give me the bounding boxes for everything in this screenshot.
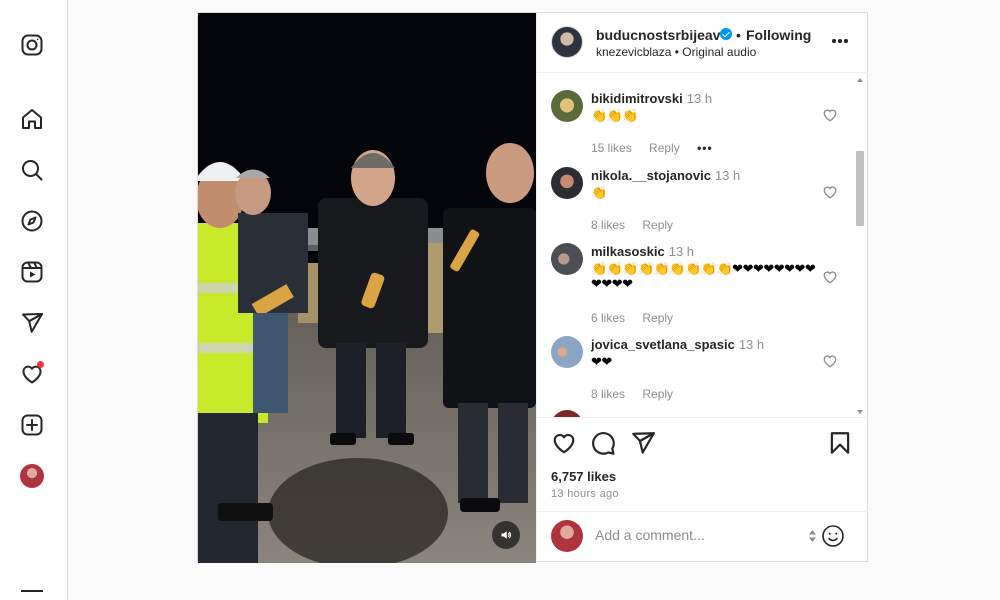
- comment-likes[interactable]: 8 likes: [591, 387, 625, 401]
- comment-time: 13 h: [738, 337, 765, 352]
- speaker-icon: [501, 531, 512, 539]
- comment-text: 👏: [591, 185, 607, 200]
- reply-button[interactable]: Reply: [642, 311, 673, 325]
- mute-button[interactable]: [492, 521, 520, 549]
- verified-badge-icon: [720, 28, 732, 40]
- reply-button[interactable]: Reply: [642, 218, 673, 232]
- comment-time: 13 h: [668, 244, 695, 259]
- create-icon[interactable]: [18, 411, 46, 439]
- header-separator: •: [736, 27, 741, 43]
- comment-time: 13 h: [686, 91, 713, 106]
- post-card: buducnostsrbijeav • Following knezevicbl…: [197, 12, 868, 563]
- messages-icon[interactable]: [18, 309, 46, 337]
- instagram-icon[interactable]: [18, 31, 46, 59]
- menu-icon[interactable]: [21, 590, 43, 592]
- post-time: 13 hours ago: [551, 488, 619, 500]
- profile-avatar[interactable]: [20, 464, 44, 488]
- video-frame: [198, 13, 536, 563]
- comments-list[interactable]: bikidimitrovski 13 h 👏👏👏 15 likes Reply •…: [537, 74, 868, 417]
- post-details-panel: buducnostsrbijeav • Following knezevicbl…: [536, 13, 868, 561]
- post-subtitle[interactable]: knezevicblaza • Original audio: [596, 45, 756, 59]
- comment-username[interactable]: jovica_svetlana_spasic 13 h: [591, 337, 764, 352]
- comment-meta: 8 likes Reply: [591, 218, 687, 232]
- scroll-down-arrow[interactable]: [857, 410, 863, 414]
- spinner-arrows-icon: [809, 530, 816, 542]
- scrollbar-thumb[interactable]: [856, 151, 864, 226]
- commenter-avatar[interactable]: [551, 243, 583, 275]
- comment-text: ❤❤: [591, 354, 612, 369]
- comment-meta: 8 likes Reply: [591, 387, 687, 401]
- author-avatar[interactable]: [551, 26, 583, 58]
- comment-input[interactable]: [595, 524, 795, 546]
- like-icon[interactable]: [551, 430, 577, 456]
- comment-time: 13 h: [714, 168, 741, 183]
- comment-more-icon[interactable]: •••: [697, 141, 713, 155]
- comment-username[interactable]: bikidimitrovski 13 h: [591, 91, 712, 106]
- post-header: buducnostsrbijeav • Following knezevicbl…: [537, 13, 868, 73]
- likes-count[interactable]: 6,757 likes: [551, 469, 616, 484]
- comment-meta: 6 likes Reply: [591, 311, 687, 325]
- more-options-icon[interactable]: [832, 39, 848, 43]
- commenter-avatar[interactable]: [551, 336, 583, 368]
- comment-likes[interactable]: 15 likes: [591, 141, 632, 155]
- comment-like-icon[interactable]: [822, 353, 838, 369]
- commenter-avatar[interactable]: [551, 167, 583, 199]
- commenter-avatar[interactable]: [551, 410, 583, 417]
- share-icon[interactable]: [630, 430, 656, 456]
- search-icon[interactable]: [18, 156, 46, 184]
- scroll-up-arrow[interactable]: [857, 78, 863, 82]
- save-icon[interactable]: [827, 430, 853, 456]
- comment-username[interactable]: milkasoskic 13 h: [591, 244, 694, 259]
- comment-like-icon[interactable]: [822, 107, 838, 123]
- post-actions: 6,757 likes 13 hours ago: [537, 417, 868, 511]
- comment-username[interactable]: nikola.__stojanovic 13 h: [591, 168, 740, 183]
- notification-dot: [37, 361, 44, 368]
- comment-icon[interactable]: [590, 430, 616, 456]
- comment-likes[interactable]: 6 likes: [591, 311, 625, 325]
- emoji-icon[interactable]: [821, 524, 845, 548]
- reels-icon[interactable]: [18, 258, 46, 286]
- home-icon[interactable]: [18, 105, 46, 133]
- reply-button[interactable]: Reply: [642, 387, 673, 401]
- comment-text: 👏👏👏👏👏👏👏👏👏❤❤❤❤❤❤❤❤❤❤❤❤: [591, 261, 816, 291]
- comment-like-icon[interactable]: [822, 184, 838, 200]
- comment-likes[interactable]: 8 likes: [591, 218, 625, 232]
- comments-scrollbar[interactable]: [855, 74, 865, 417]
- video-player[interactable]: [198, 13, 536, 563]
- notifications-icon[interactable]: [18, 360, 46, 388]
- comment-text: 👏👏👏: [591, 108, 639, 123]
- following-button[interactable]: Following: [746, 27, 811, 43]
- author-username[interactable]: buducnostsrbijeav: [596, 27, 720, 43]
- comment-like-icon[interactable]: [822, 269, 838, 285]
- sidebar: [0, 0, 68, 600]
- add-comment-bar: [537, 511, 868, 561]
- viewer-avatar: [551, 520, 583, 552]
- reply-button[interactable]: Reply: [649, 141, 680, 155]
- comment-meta: 15 likes Reply •••: [591, 141, 727, 155]
- commenter-avatar[interactable]: [551, 90, 583, 122]
- explore-icon[interactable]: [18, 207, 46, 235]
